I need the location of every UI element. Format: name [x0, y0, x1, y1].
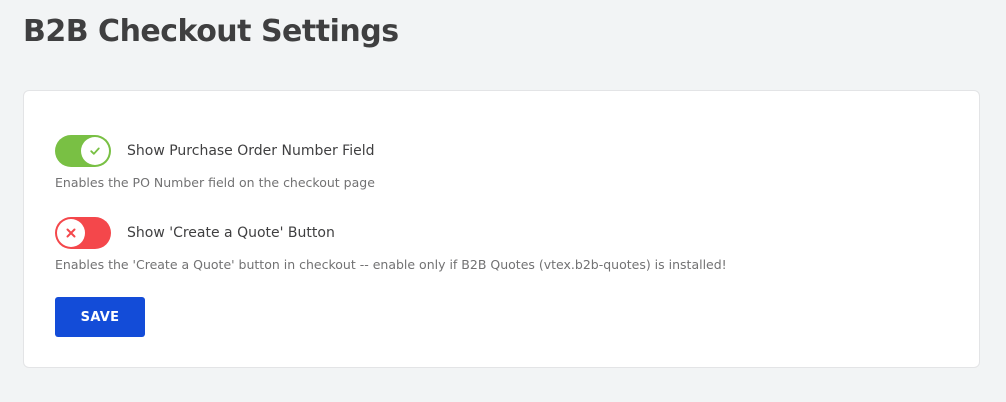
setting-po-number: Show Purchase Order Number Field Enables…: [55, 135, 375, 190]
settings-card: Show Purchase Order Number Field Enables…: [23, 90, 980, 368]
check-icon: [81, 137, 109, 165]
po-number-toggle-label: Show Purchase Order Number Field: [127, 143, 375, 159]
po-number-toggle[interactable]: [55, 135, 111, 167]
create-quote-toggle-label: Show 'Create a Quote' Button: [127, 225, 335, 241]
setting-create-quote: Show 'Create a Quote' Button Enables the…: [55, 217, 727, 272]
setting-create-quote-row: Show 'Create a Quote' Button: [55, 217, 727, 249]
page-title: B2B Checkout Settings: [23, 14, 399, 49]
create-quote-toggle[interactable]: [55, 217, 111, 249]
setting-po-number-row: Show Purchase Order Number Field: [55, 135, 375, 167]
create-quote-description: Enables the 'Create a Quote' button in c…: [55, 257, 727, 272]
po-number-description: Enables the PO Number field on the check…: [55, 175, 375, 190]
save-button[interactable]: SAVE: [55, 297, 145, 337]
close-icon: [57, 219, 85, 247]
